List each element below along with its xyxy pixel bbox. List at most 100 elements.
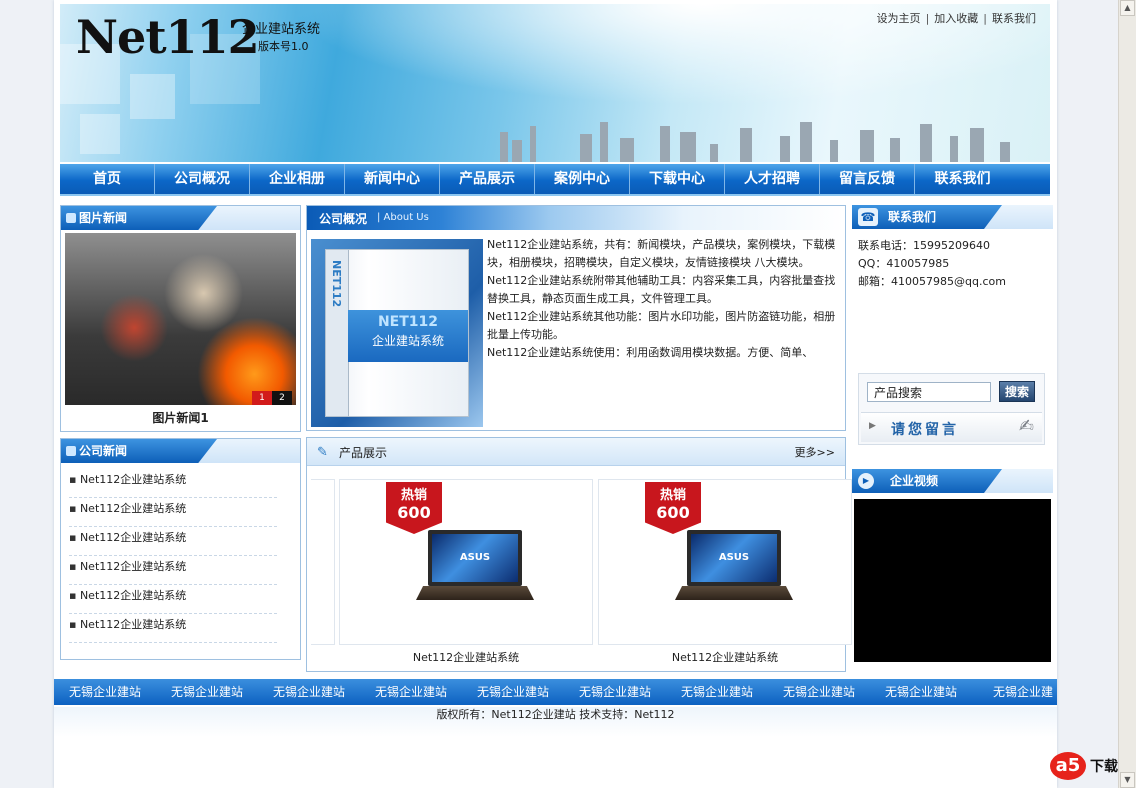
nav-products[interactable]: 产品展示 [440,164,535,194]
product-card-partial [311,479,335,645]
marquee-item[interactable]: 无锡企业建站 [462,679,564,705]
list-item[interactable]: Net112企业建站系统 [69,614,277,643]
company-news-panel: 公司新闻 Net112企业建站系统 Net112企业建站系统 Net112企业建… [60,438,301,660]
about-paragraph: Net112企业建站系统使用：利用函数调用模块数据。方便、简单、 [487,346,814,359]
nav-album[interactable]: 企业相册 [250,164,345,194]
news-photo[interactable]: 1 2 [65,233,296,405]
pin-icon: ✎ [317,445,328,460]
contact-icon: ☎ [858,208,878,226]
slide-1-button[interactable]: 1 [252,391,272,405]
panel-title: ▶ 企业视频 [852,469,1002,493]
pen-icon: ✍ [1018,416,1034,437]
panel-title: 公司新闻 [61,439,217,463]
separator: | [983,12,987,25]
product-box-image: NET112 NET112 企业建站系统 [311,239,483,427]
hot-badge: 热销 600 [386,482,442,534]
laptop-image: ASUS [416,530,534,610]
marquee-item[interactable]: 无锡企业建站 [870,679,972,705]
site-tagline: 企业建站系统 [242,22,321,37]
contact-qq: QQ：410057985 [858,257,950,270]
contact-us-link[interactable]: 联系我们 [992,12,1036,25]
panel-title-text: 企业视频 [890,474,939,488]
box-spine: NET112 [326,250,349,416]
marquee-item[interactable]: 无锡企业建站 [360,679,462,705]
about-panel: 公司概况 | About Us NET112 NET112 企业建站系统 Net… [306,205,846,431]
nav-home[interactable]: 首页 [60,164,155,194]
video-player[interactable] [854,499,1051,662]
nav-company[interactable]: 公司概况 [155,164,250,194]
vertical-scrollbar[interactable]: ▲ ▼ [1118,0,1136,788]
photo-caption[interactable]: 图片新闻1 [61,409,300,426]
footer-marquee: 无锡企业建站 无锡企业建站 无锡企业建站 无锡企业建站 无锡企业建站 无锡企业建… [54,679,1057,705]
search-input[interactable]: 产品搜索 [867,382,991,402]
marquee-item[interactable]: 无锡企业建 [972,679,1057,705]
panel-title: 产品展示 [339,446,388,460]
badge-label: 热销 [400,488,427,503]
about-paragraph: Net112企业建站系统，共有：新闻模块，产品模块，案例模块，下载模块，相册模块… [487,238,836,269]
more-link[interactable]: 更多>> [795,444,835,460]
panel-title: 图片新闻 [61,206,217,230]
add-favorite-link[interactable]: 加入收藏 [934,12,978,25]
slide-pager: 1 2 [252,391,292,405]
watermark-text: 下载 [1090,759,1118,775]
about-paragraph: Net112企业建站系统附带其他辅助工具：内容采集工具，内容批量查找替换工具，静… [487,274,836,305]
hot-badge: 热销 600 [645,482,701,534]
product-card[interactable]: 热销 600 ASUS [598,479,852,645]
nav-jobs[interactable]: 人才招聘 [725,164,820,194]
panel-title: ☎ 联系我们 [852,205,1002,229]
top-links: 设为主页 | 加入收藏 | 联系我们 [877,10,1036,26]
marquee-item[interactable]: 无锡企业建站 [564,679,666,705]
page: Net112 企业建站系统 版本号1.0 设为主页 | 加入收藏 | 联系我们 首页 公… [54,0,1057,788]
nav-contact[interactable]: 联系我们 [915,164,1010,194]
list-item[interactable]: Net112企业建站系统 [69,585,277,614]
marquee-item[interactable]: 无锡企业建站 [258,679,360,705]
badge-label: 热销 [659,488,686,503]
box-brand: NET112 [377,314,439,330]
slide-2-button[interactable]: 2 [272,391,292,405]
nav-cases[interactable]: 案例中心 [535,164,630,194]
leave-message-button[interactable]: ▶ 请您留言 ✍ [861,412,1042,442]
laptop-base [416,586,534,600]
panel-title-text: 图片新闻 [79,211,128,225]
search-area: 产品搜索 搜索 ▶ 请您留言 ✍ [858,373,1045,445]
separator: | [925,12,930,25]
marquee-item[interactable]: 无锡企业建站 [54,679,156,705]
product-card[interactable]: 热销 600 ASUS [339,479,593,645]
list-item[interactable]: Net112企业建站系统 [69,556,277,585]
marquee-item[interactable]: 无锡企业建站 [666,679,768,705]
product-caption[interactable]: Net112企业建站系统 [598,649,852,665]
list-item[interactable]: Net112企业建站系统 [69,527,277,556]
list-item[interactable]: Net112企业建站系统 [69,469,277,498]
marquee-item[interactable]: 无锡企业建站 [768,679,870,705]
main-nav: 首页 公司概况 企业相册 新闻中心 产品展示 案例中心 下载中心 人才招聘 留言… [60,164,1050,196]
badge-number: 600 [656,503,690,522]
nav-downloads[interactable]: 下载中心 [630,164,725,194]
news-icon [66,213,76,223]
watermark-logo: a5 [1050,752,1086,780]
scroll-up-icon[interactable]: ▲ [1120,0,1135,16]
panel-header: ☎ 联系我们 [852,205,1053,229]
panel-subtitle: | About Us [377,212,429,223]
laptop-image: ASUS [675,530,793,610]
nav-news[interactable]: 新闻中心 [345,164,440,194]
news-list: Net112企业建站系统 Net112企业建站系统 Net112企业建站系统 N… [69,469,277,643]
picture-news-panel: 图片新闻 1 2 图片新闻1 [60,205,301,432]
about-paragraph: Net112企业建站系统其他功能：图片水印功能，图片防盗链功能，相册批量上传功能… [487,310,836,341]
watermark: a5 下载 [1050,752,1130,782]
site-logo[interactable]: Net112 [76,10,260,64]
box-spine-text: NET112 [330,260,343,308]
laptop-screen: ASUS [687,530,781,586]
list-item[interactable]: Net112企业建站系统 [69,498,277,527]
copyright: 版权所有：Net112企业建站 技术支持：Net112 [54,707,1057,737]
set-homepage-link[interactable]: 设为主页 [877,12,921,25]
panel-header: 公司概况 | About Us [307,206,845,230]
leave-message-label: 请您留言 [891,422,959,438]
laptop-brand: ASUS [691,534,777,582]
search-button[interactable]: 搜索 [999,381,1035,402]
nav-feedback[interactable]: 留言反馈 [820,164,915,194]
contact-panel: ☎ 联系我们 联系电话：15995209640 QQ：410057985 邮箱：… [852,205,1053,463]
panel-header: 图片新闻 [61,206,300,230]
marquee-item[interactable]: 无锡企业建站 [156,679,258,705]
about-text: Net112企业建站系统，共有：新闻模块，产品模块，案例模块，下载模块，相册模块… [487,236,839,362]
product-caption[interactable]: Net112企业建站系统 [339,649,593,665]
